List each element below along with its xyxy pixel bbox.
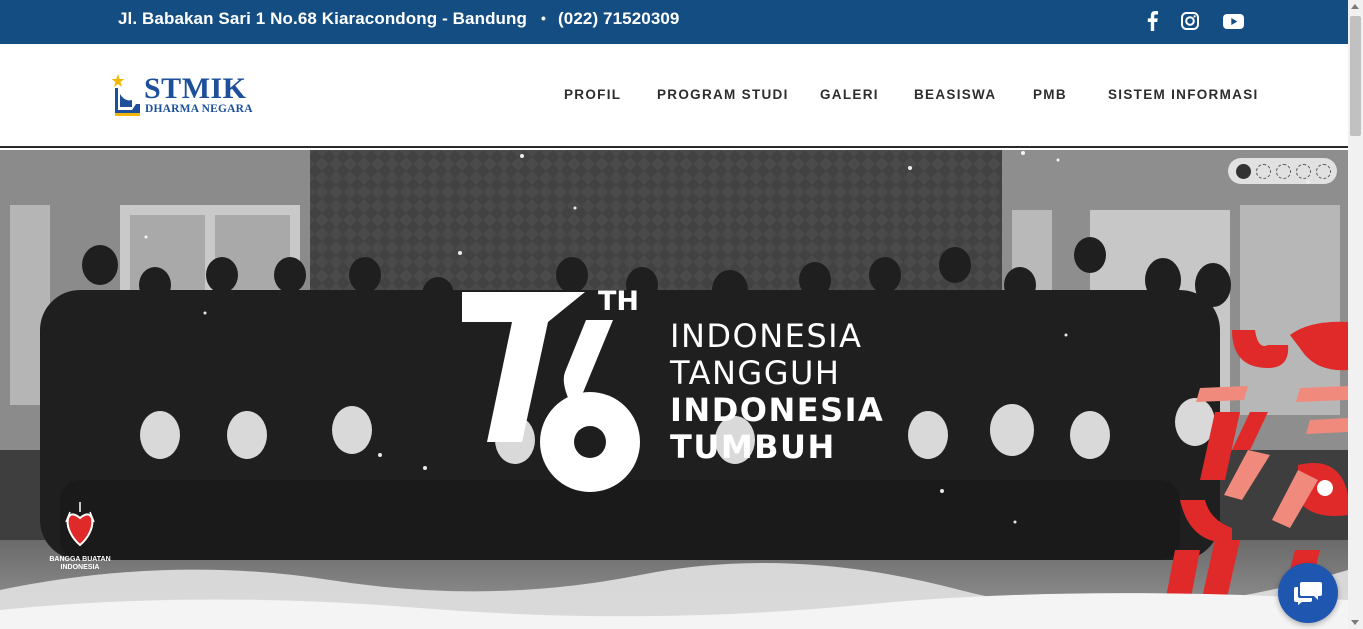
bangga-buatan-badge: BANGGA BUATAN INDONESIA (48, 556, 112, 572)
instagram-icon[interactable] (1180, 10, 1200, 32)
page-scrollbar[interactable] (1348, 0, 1363, 629)
main-navbar: STMIK DHARMA NEGARA PROFIL PROGRAM STUDI… (0, 44, 1348, 148)
slider-dot-1[interactable] (1236, 163, 1251, 179)
hero-line-4: TUMBUH (670, 428, 836, 466)
slider-pagination (1228, 158, 1337, 184)
badge-line-2: INDONESIA (60, 564, 100, 571)
slider-dot-3[interactable] (1276, 163, 1291, 179)
hero-line-3: INDONESIA (670, 391, 885, 429)
phone-text[interactable]: (022) 71520309 (558, 9, 679, 28)
top-contact-bar: Jl. Babakan Sari 1 No.68 Kiaracondong - … (0, 0, 1348, 44)
nav-item-galeri[interactable]: GALERI (820, 87, 879, 102)
nav-item-beasiswa[interactable]: BEASISWA (914, 87, 996, 102)
nav-item-pmb[interactable]: PMB (1033, 87, 1067, 102)
scrollbar-thumb[interactable] (1350, 16, 1361, 136)
slider-dot-2[interactable] (1256, 163, 1271, 179)
chat-bubbles-icon (1294, 582, 1322, 605)
hero-line-2: TANGGUH (670, 354, 841, 392)
hero-ordinal-suffix: TH (598, 286, 640, 317)
chat-button[interactable] (1278, 563, 1338, 623)
address-text: Jl. Babakan Sari 1 No.68 Kiaracondong - … (118, 9, 528, 28)
scroll-up-arrow-icon[interactable] (1351, 4, 1359, 9)
facebook-icon[interactable] (1143, 10, 1161, 32)
contact-info: Jl. Babakan Sari 1 No.68 Kiaracondong - … (118, 9, 679, 29)
site-logo[interactable]: STMIK DHARMA NEGARA (112, 74, 262, 118)
logo-title: STMIK (144, 72, 247, 105)
badge-line-1: BANGGA BUATAN (49, 556, 111, 563)
nav-item-profil[interactable]: PROFIL (564, 87, 621, 102)
slider-dot-5[interactable] (1316, 163, 1331, 179)
youtube-icon[interactable] (1222, 10, 1244, 32)
separator-dot: • (541, 10, 547, 26)
slider-dot-4[interactable] (1296, 163, 1311, 179)
nav-item-sistem-informasi[interactable]: SISTEM INFORMASI (1108, 87, 1259, 102)
logo-subtitle: DHARMA NEGARA (145, 103, 253, 115)
nav-item-program-studi[interactable]: PROGRAM STUDI (657, 87, 789, 102)
hero-tagline: INDONESIA TANGGUH INDONESIA TUMBUH (670, 318, 884, 466)
scroll-down-arrow-icon[interactable] (1351, 620, 1359, 625)
hero-line-1: INDONESIA (670, 317, 863, 355)
logo-emblem-icon (112, 74, 140, 116)
